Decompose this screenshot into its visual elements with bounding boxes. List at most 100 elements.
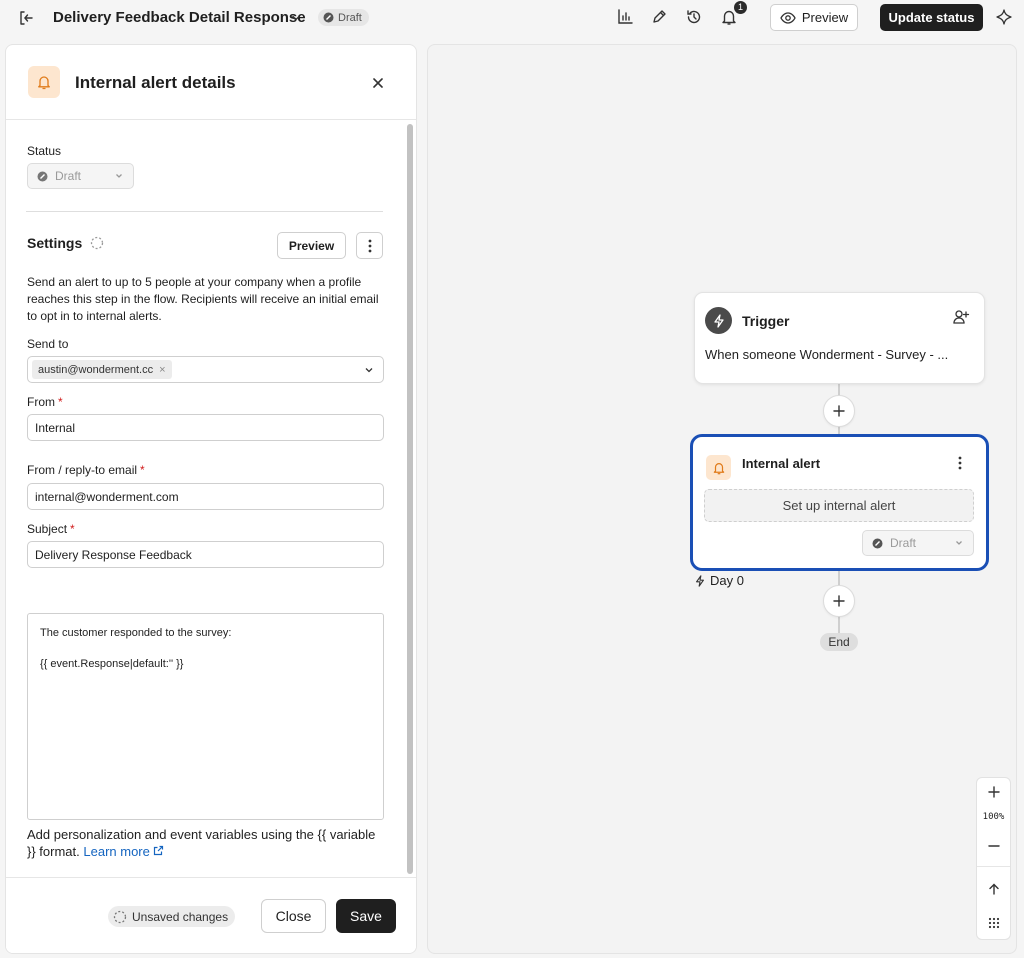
add-step-button[interactable] xyxy=(823,585,855,617)
trigger-title: Trigger xyxy=(742,313,790,329)
end-node: End xyxy=(820,633,858,651)
from-label-text: From xyxy=(27,395,55,409)
loading-spinner-icon xyxy=(90,236,104,250)
zoom-in-button[interactable] xyxy=(977,778,1010,806)
flow-title[interactable]: Delivery Feedback Detail Response xyxy=(53,9,306,26)
plus-icon xyxy=(987,786,1000,798)
fit-view-button[interactable] xyxy=(977,875,1010,903)
unsaved-changes-badge: Unsaved changes xyxy=(108,906,236,927)
recipient-chip: austin@wonderment.cc × xyxy=(32,360,172,379)
message-body-editor[interactable]: The customer responded to the survey: {{… xyxy=(27,613,384,820)
from-label: From * xyxy=(27,395,63,409)
close-icon xyxy=(373,78,383,88)
draft-status-icon xyxy=(37,171,48,181)
alert-node-title: Internal alert xyxy=(742,456,821,471)
status-select-value: Draft xyxy=(55,169,82,183)
notification-count-badge: 1 xyxy=(734,1,747,14)
body-line: {{ event.Response|default:'' }} xyxy=(40,658,184,670)
learn-more-label: Learn more xyxy=(83,844,150,859)
settings-more-button[interactable] xyxy=(356,232,383,259)
recipient-email: austin@wonderment.cc xyxy=(38,363,154,376)
subject-label-text: Subject xyxy=(27,522,68,536)
remove-recipient-icon[interactable]: × xyxy=(159,364,165,376)
settings-heading: Settings xyxy=(27,235,83,251)
lightning-icon xyxy=(713,313,724,328)
edit-pencil-icon[interactable] xyxy=(650,8,668,26)
subject-input[interactable]: Delivery Response Feedback xyxy=(27,541,384,568)
preview-button[interactable]: Preview xyxy=(770,4,858,31)
save-button[interactable]: Save xyxy=(336,899,396,933)
plus-icon xyxy=(833,405,845,417)
helper-text: Add personalization and event variables … xyxy=(27,827,376,859)
setup-internal-alert-button[interactable]: Set up internal alert xyxy=(704,489,974,522)
history-icon[interactable] xyxy=(685,8,703,26)
alert-icon-box xyxy=(706,455,731,480)
minus-icon xyxy=(987,845,1000,847)
required-asterisk: * xyxy=(140,463,145,477)
unsaved-changes-label: Unsaved changes xyxy=(132,909,229,924)
update-status-button[interactable]: Update status xyxy=(880,4,983,31)
scrollbar-thumb[interactable] xyxy=(407,124,413,874)
bell-icon xyxy=(38,76,50,90)
exit-icon[interactable] xyxy=(17,9,35,27)
draft-status-icon xyxy=(323,12,334,23)
status-label: Status xyxy=(27,144,62,158)
day-label-text: Day 0 xyxy=(710,573,744,588)
zoom-controls: 100% xyxy=(976,777,1011,940)
send-to-input[interactable]: austin@wonderment.cc × xyxy=(27,356,384,383)
plus-icon xyxy=(833,595,845,607)
flow-status-badge: Draft xyxy=(318,9,369,26)
internal-alert-details-panel: Internal alert details Status Draft Sett… xyxy=(5,44,417,954)
zoom-divider xyxy=(977,866,1010,867)
subject-label: Subject * xyxy=(27,522,75,536)
alert-icon-box xyxy=(28,66,60,98)
panel-header: Internal alert details xyxy=(6,45,416,120)
add-person-icon[interactable] xyxy=(952,308,970,326)
reply-to-label: From / reply-to email * xyxy=(27,463,145,477)
analytics-icon[interactable] xyxy=(616,8,634,26)
grid-dots-icon xyxy=(988,917,999,929)
add-step-button[interactable] xyxy=(823,395,855,427)
settings-description: Send an alert to up to 5 people at your … xyxy=(27,275,379,323)
reply-to-email-input[interactable]: internal@wonderment.com xyxy=(27,483,384,510)
more-vertical-icon[interactable] xyxy=(951,454,969,472)
close-button[interactable]: Close xyxy=(261,899,326,933)
alert-status-select[interactable]: Draft xyxy=(862,530,974,556)
status-select[interactable]: Draft xyxy=(27,163,134,189)
learn-more-link[interactable]: Learn more xyxy=(83,844,164,859)
from-input[interactable]: Internal xyxy=(27,414,384,441)
panel-title: Internal alert details xyxy=(75,73,236,92)
bell-icon xyxy=(713,462,724,474)
trigger-icon-circle xyxy=(705,307,732,334)
grid-menu-button[interactable] xyxy=(977,909,1010,937)
top-bar: Delivery Feedback Detail Response Draft … xyxy=(0,0,1024,36)
panel-footer: Unsaved changes Close Save xyxy=(6,877,416,953)
chevron-down-icon xyxy=(116,174,122,178)
flow-status-label: Draft xyxy=(338,11,362,24)
more-vertical-icon xyxy=(368,239,371,252)
unsaved-indicator-icon xyxy=(113,910,127,923)
body-line: The customer responded to the survey: xyxy=(40,627,232,639)
preview-button-label: Preview xyxy=(801,10,849,25)
section-divider xyxy=(26,211,383,212)
personalization-helper: Add personalization and event variables … xyxy=(27,826,387,860)
sparkle-ai-icon[interactable] xyxy=(995,8,1013,26)
close-panel-button[interactable] xyxy=(368,73,388,93)
reply-to-label-text: From / reply-to email xyxy=(27,463,138,477)
alert-status-value: Draft xyxy=(890,536,917,550)
draft-status-icon xyxy=(872,538,883,548)
eye-icon xyxy=(780,11,796,24)
chevron-down-icon[interactable] xyxy=(364,365,374,375)
zoom-out-button[interactable] xyxy=(977,832,1010,860)
chevron-down-icon xyxy=(956,541,962,545)
zoom-level: 100% xyxy=(982,812,1005,822)
settings-preview-button[interactable]: Preview xyxy=(277,232,346,259)
chevron-down-icon[interactable] xyxy=(290,12,302,24)
trigger-description: When someone Wonderment - Survey - ... xyxy=(705,347,949,362)
arrow-up-icon xyxy=(988,883,999,895)
required-asterisk: * xyxy=(70,522,75,536)
required-asterisk: * xyxy=(58,395,63,409)
trigger-node[interactable]: Trigger When someone Wonderment - Survey… xyxy=(694,292,985,384)
external-link-icon xyxy=(154,845,164,856)
internal-alert-node[interactable]: Internal alert Set up internal alert Dra… xyxy=(690,434,989,571)
